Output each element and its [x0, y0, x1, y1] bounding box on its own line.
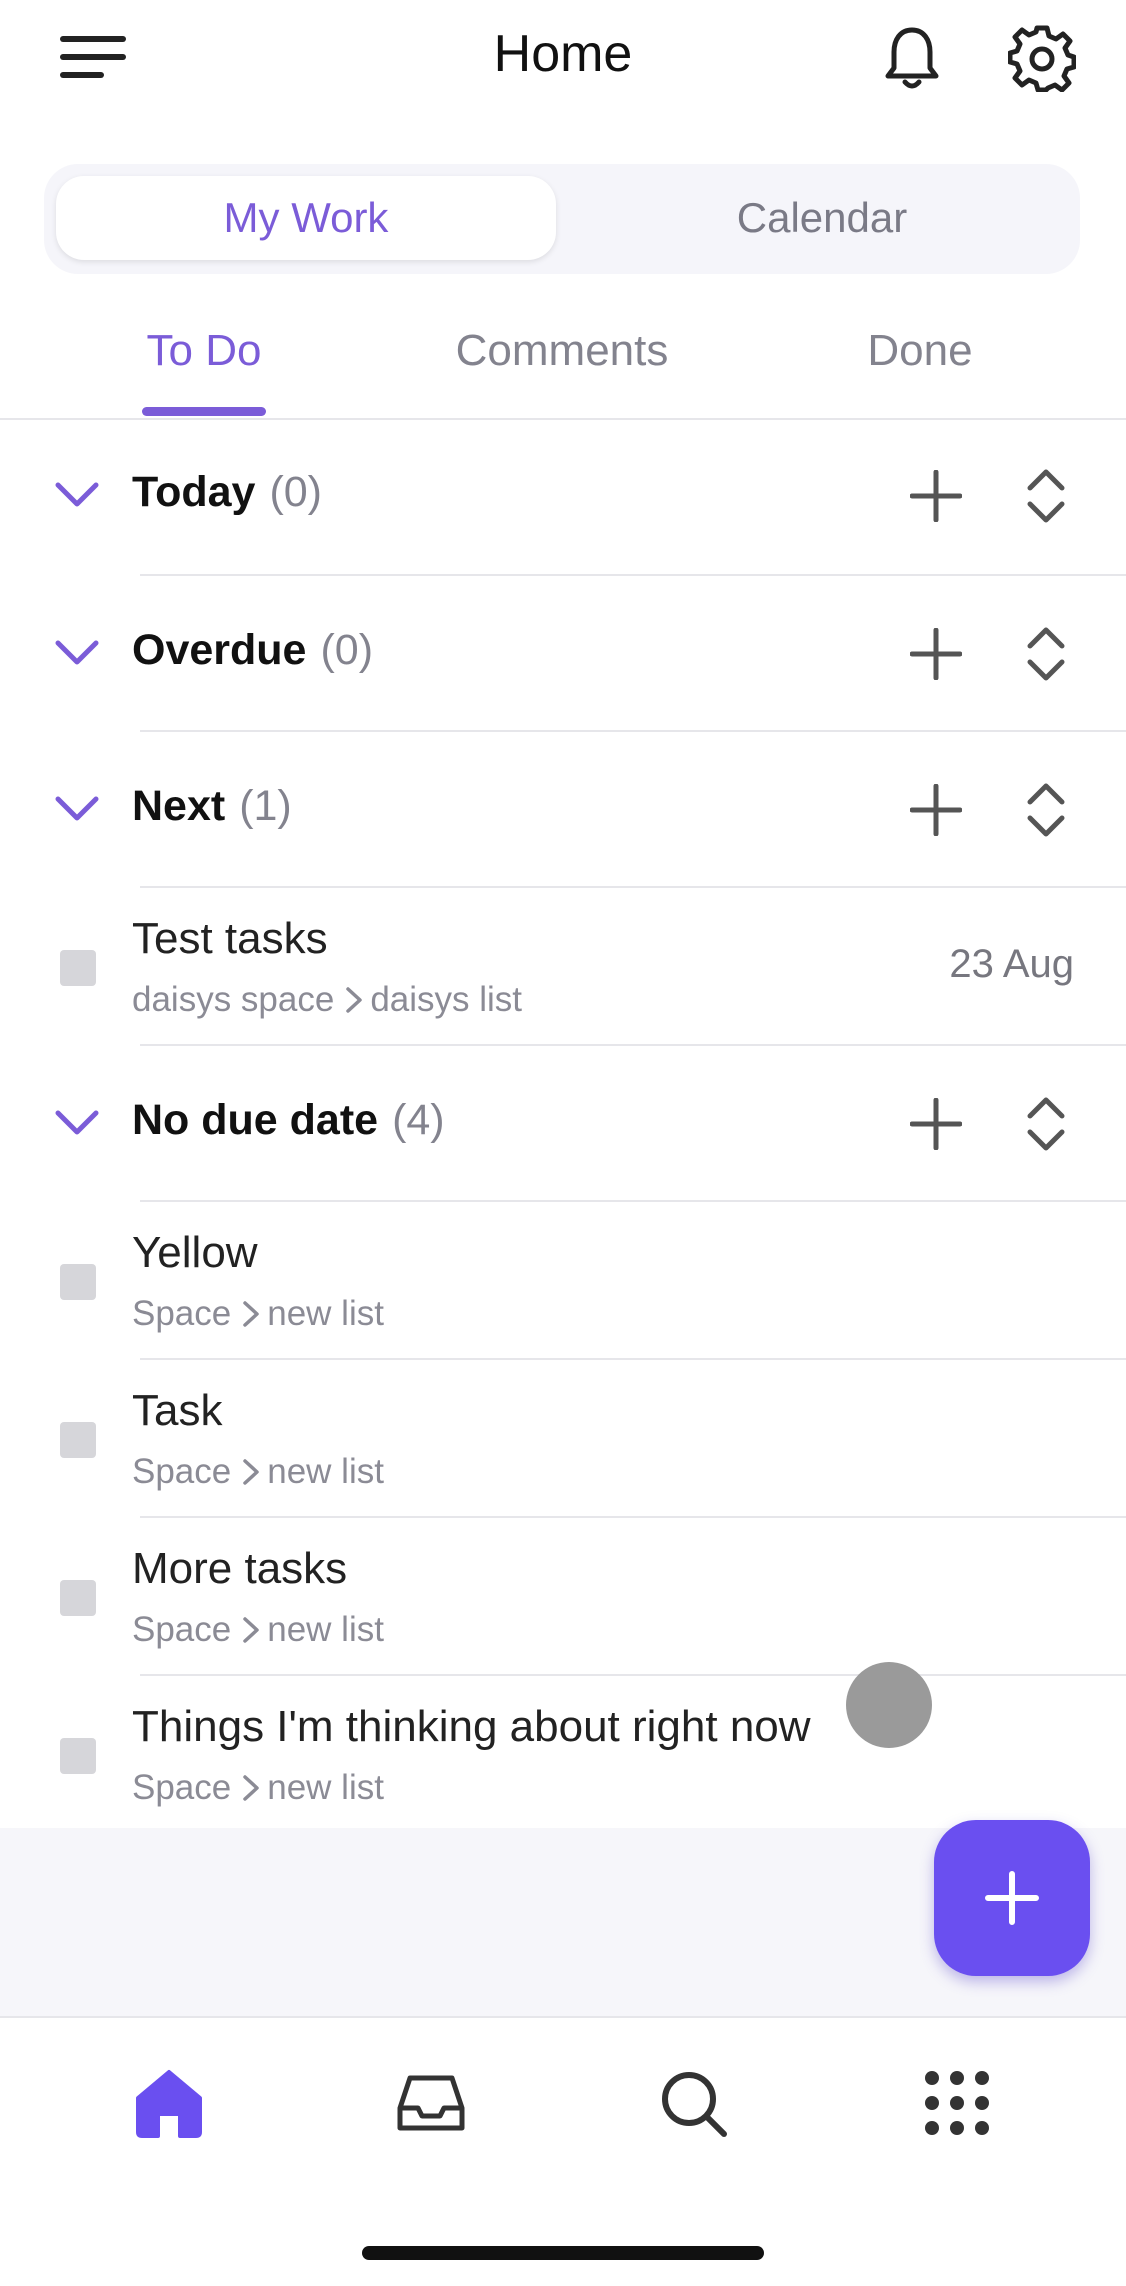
chevron-down-icon[interactable]	[54, 1108, 100, 1138]
segment-my-work[interactable]: My Work	[56, 176, 556, 260]
task-checkbox[interactable]	[60, 1422, 96, 1458]
create-task-fab-button[interactable]	[934, 1820, 1090, 1976]
apps-grid-icon[interactable]	[922, 2068, 992, 2138]
task-row[interactable]: Yellow Space new list	[0, 1202, 1126, 1358]
section-overdue[interactable]: Overdue (0)	[0, 576, 1126, 732]
chevron-right-icon	[243, 1459, 259, 1485]
task-title: Yellow	[132, 1228, 258, 1277]
chevron-right-icon	[243, 1617, 259, 1643]
task-location: daisys space daisys list	[132, 980, 523, 1019]
section-title: No due date (4)	[132, 1096, 445, 1144]
tab-to-do[interactable]: To Do	[142, 326, 266, 376]
task-location: Space new list	[132, 1294, 384, 1333]
section-next[interactable]: Next (1)	[0, 732, 1126, 888]
task-due-date: 23 Aug	[949, 942, 1074, 986]
chevron-down-icon[interactable]	[54, 794, 100, 824]
task-location: Space new list	[132, 1768, 384, 1807]
task-title: Task	[132, 1386, 223, 1435]
expand-collapse-icon[interactable]	[1026, 626, 1066, 682]
task-row[interactable]: More tasks Space new list	[0, 1518, 1126, 1674]
section-count: (0)	[320, 626, 374, 674]
notification-bell-icon[interactable]	[878, 24, 946, 92]
task-checkbox[interactable]	[60, 1264, 96, 1300]
add-task-plus-icon[interactable]	[910, 784, 962, 836]
add-task-plus-icon[interactable]	[910, 1098, 962, 1150]
task-tabs: To Do Comments Done	[0, 300, 1126, 420]
search-icon[interactable]	[658, 2068, 728, 2138]
chevron-down-icon[interactable]	[54, 638, 100, 668]
task-checkbox[interactable]	[60, 1580, 96, 1616]
view-segmented-control: My Work Calendar	[44, 164, 1080, 274]
task-title: More tasks	[132, 1544, 348, 1593]
section-count: (4)	[392, 1096, 445, 1144]
settings-gear-icon[interactable]	[1008, 24, 1076, 92]
section-count: (0)	[269, 468, 322, 516]
task-row[interactable]: Task Space new list	[0, 1360, 1126, 1516]
app-header: Home	[0, 0, 1126, 120]
section-count: (1)	[239, 782, 292, 830]
inbox-icon[interactable]	[396, 2068, 466, 2138]
touch-indicator	[846, 1662, 932, 1748]
section-title: Next (1)	[132, 782, 292, 830]
task-row[interactable]: Things I'm thinking about right now Spac…	[0, 1676, 1126, 1832]
section-title: Today (0)	[132, 468, 322, 516]
chevron-right-icon	[243, 1301, 259, 1327]
chevron-right-icon	[346, 987, 363, 1013]
add-task-plus-icon[interactable]	[910, 628, 962, 680]
expand-collapse-icon[interactable]	[1026, 468, 1066, 524]
segment-calendar[interactable]: Calendar	[572, 176, 1072, 260]
chevron-down-icon[interactable]	[54, 480, 100, 510]
section-today[interactable]: Today (0)	[0, 418, 1126, 574]
tab-done[interactable]: Done	[820, 326, 1020, 376]
add-task-plus-icon[interactable]	[910, 470, 962, 522]
task-title: Things I'm thinking about right now	[132, 1702, 811, 1751]
active-tab-indicator	[142, 407, 266, 416]
task-checkbox[interactable]	[60, 1738, 96, 1774]
plus-icon	[985, 1871, 1039, 1925]
task-title: Test tasks	[132, 914, 328, 963]
task-row[interactable]: Test tasks daisys space daisys list 23 Au…	[0, 888, 1126, 1044]
task-checkbox[interactable]	[60, 950, 96, 986]
section-title: Overdue (0)	[132, 626, 374, 674]
task-location: Space new list	[132, 1452, 384, 1491]
chevron-right-icon	[243, 1775, 259, 1801]
expand-collapse-icon[interactable]	[1026, 782, 1066, 838]
home-icon[interactable]	[134, 2068, 204, 2138]
page-title: Home	[493, 25, 633, 83]
home-indicator-bar	[362, 2246, 764, 2260]
task-location: Space new list	[132, 1610, 384, 1649]
section-no-due-date[interactable]: No due date (4)	[0, 1046, 1126, 1202]
expand-collapse-icon[interactable]	[1026, 1096, 1066, 1152]
tab-comments[interactable]: Comments	[420, 326, 704, 376]
